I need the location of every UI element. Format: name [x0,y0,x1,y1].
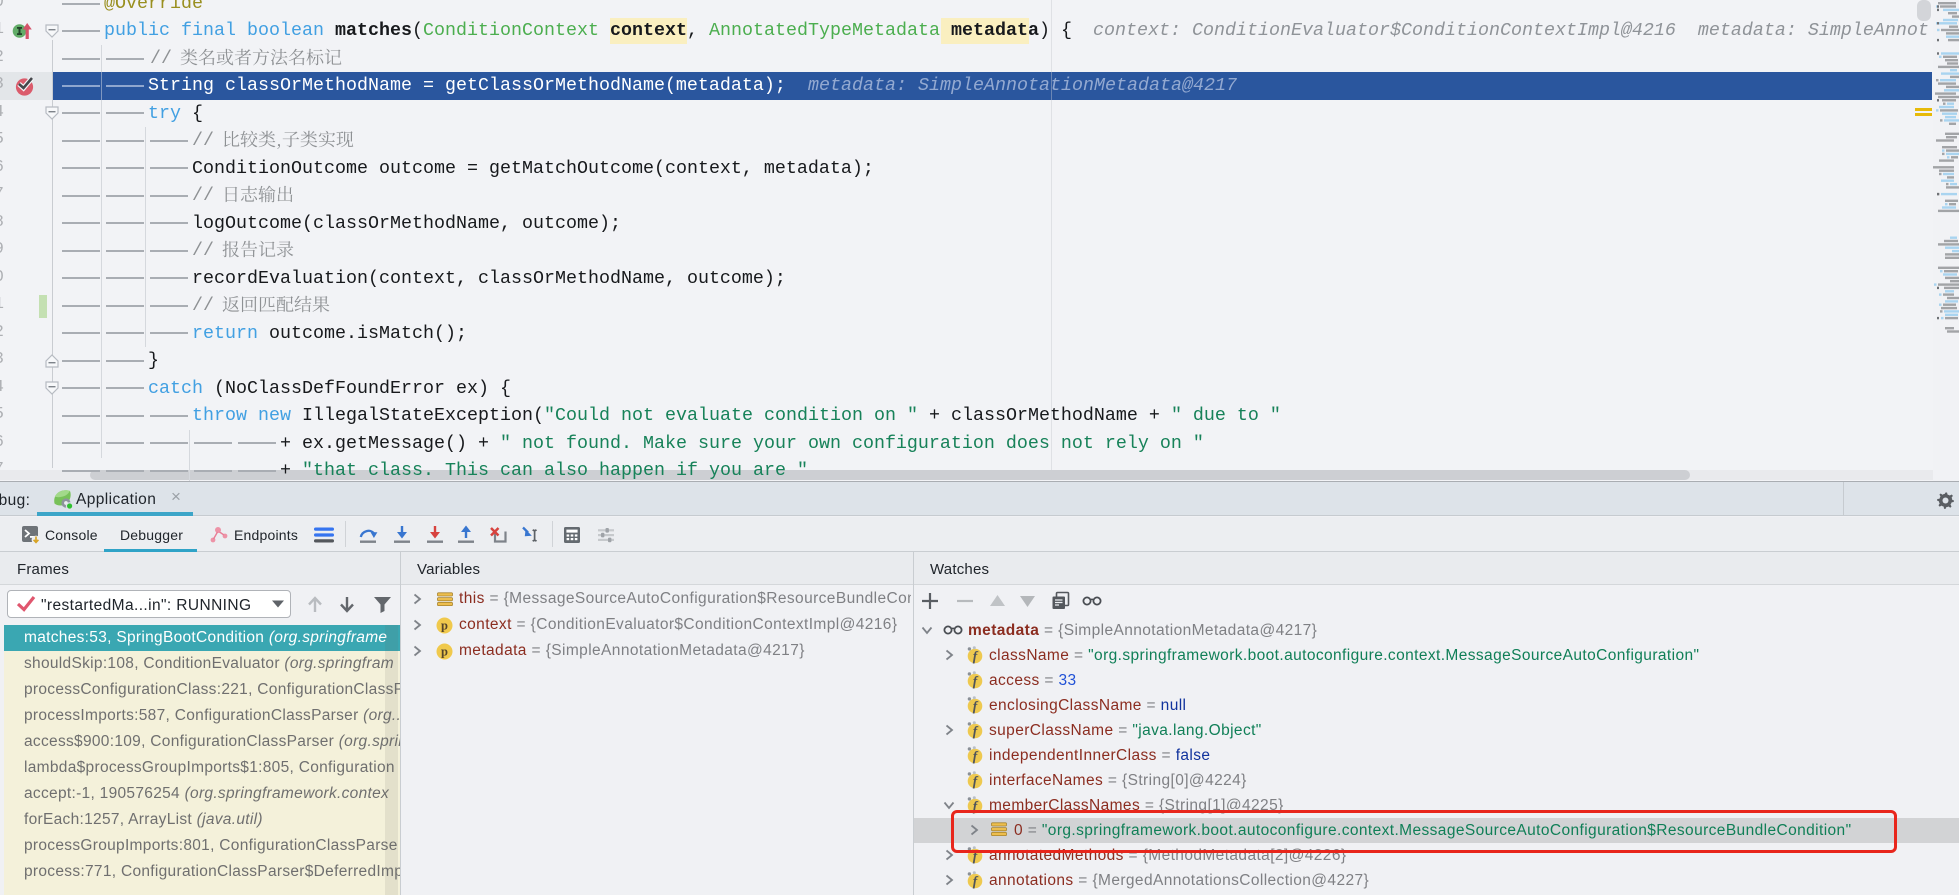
svg-text:p: p [441,619,448,633]
svg-text:p: p [441,645,448,659]
